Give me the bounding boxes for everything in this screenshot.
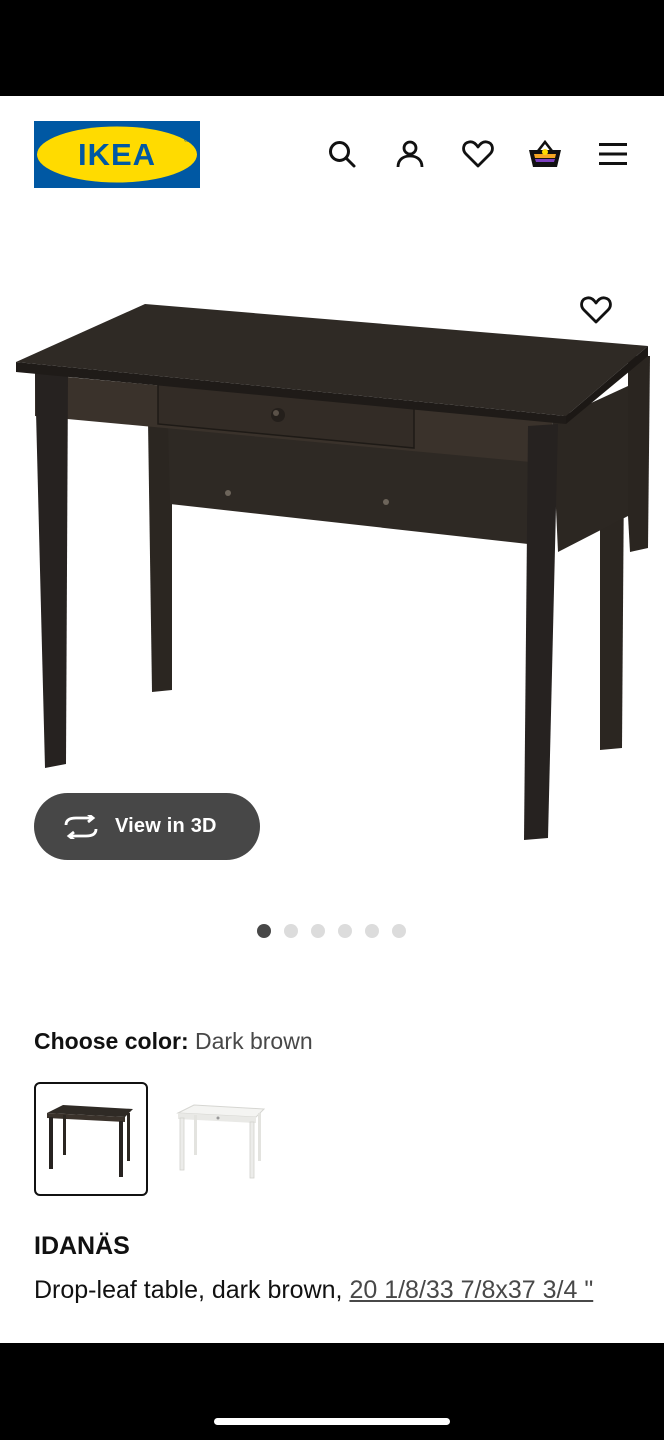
bottom-system-bar: [0, 1343, 664, 1440]
add-to-favorites-button[interactable]: [574, 288, 618, 332]
dark-brown-table-thumbnail: [47, 1105, 133, 1177]
rotate-3d-icon: [62, 813, 102, 841]
selected-color-value: Dark brown: [195, 1028, 313, 1054]
site-header: IKEA ®: [0, 96, 664, 216]
view-in-3d-button[interactable]: View in 3D: [34, 793, 260, 860]
color-chooser-label: Choose color: Dark brown: [34, 1028, 313, 1055]
white-table-thumbnail: [176, 1104, 266, 1179]
product-image-gallery[interactable]: View in 3D: [0, 216, 664, 916]
shopping-bag-icon[interactable]: [525, 134, 565, 174]
ikea-logo[interactable]: IKEA ®: [34, 121, 200, 188]
status-bar: [0, 0, 664, 96]
home-indicator[interactable]: [214, 1418, 450, 1425]
view-in-3d-label: View in 3D: [115, 815, 217, 837]
search-icon[interactable]: [322, 134, 362, 174]
color-label-prefix: Choose color:: [34, 1028, 189, 1054]
heart-icon: [580, 296, 612, 324]
pagination-dot[interactable]: [365, 924, 379, 938]
svg-text:®: ®: [184, 136, 190, 144]
gallery-pagination: [257, 924, 406, 938]
account-icon[interactable]: [390, 134, 430, 174]
pagination-dot[interactable]: [338, 924, 352, 938]
pagination-dot[interactable]: [311, 924, 325, 938]
product-description-text: Drop-leaf table, dark brown,: [34, 1276, 350, 1304]
color-option-dark-brown[interactable]: [34, 1082, 148, 1196]
pagination-dot[interactable]: [392, 924, 406, 938]
svg-text:IKEA: IKEA: [78, 137, 156, 172]
product-description: Drop-leaf table, dark brown, 20 1/8/33 7…: [34, 1270, 634, 1310]
product-name: IDANÄS: [34, 1232, 130, 1260]
color-option-white[interactable]: [163, 1082, 277, 1196]
product-dimensions-link[interactable]: 20 1/8/33 7/8x37 3/4 ": [349, 1276, 593, 1304]
pagination-dot[interactable]: [257, 924, 271, 938]
favorites-icon[interactable]: [458, 134, 498, 174]
menu-icon[interactable]: [593, 134, 633, 174]
pagination-dot[interactable]: [284, 924, 298, 938]
